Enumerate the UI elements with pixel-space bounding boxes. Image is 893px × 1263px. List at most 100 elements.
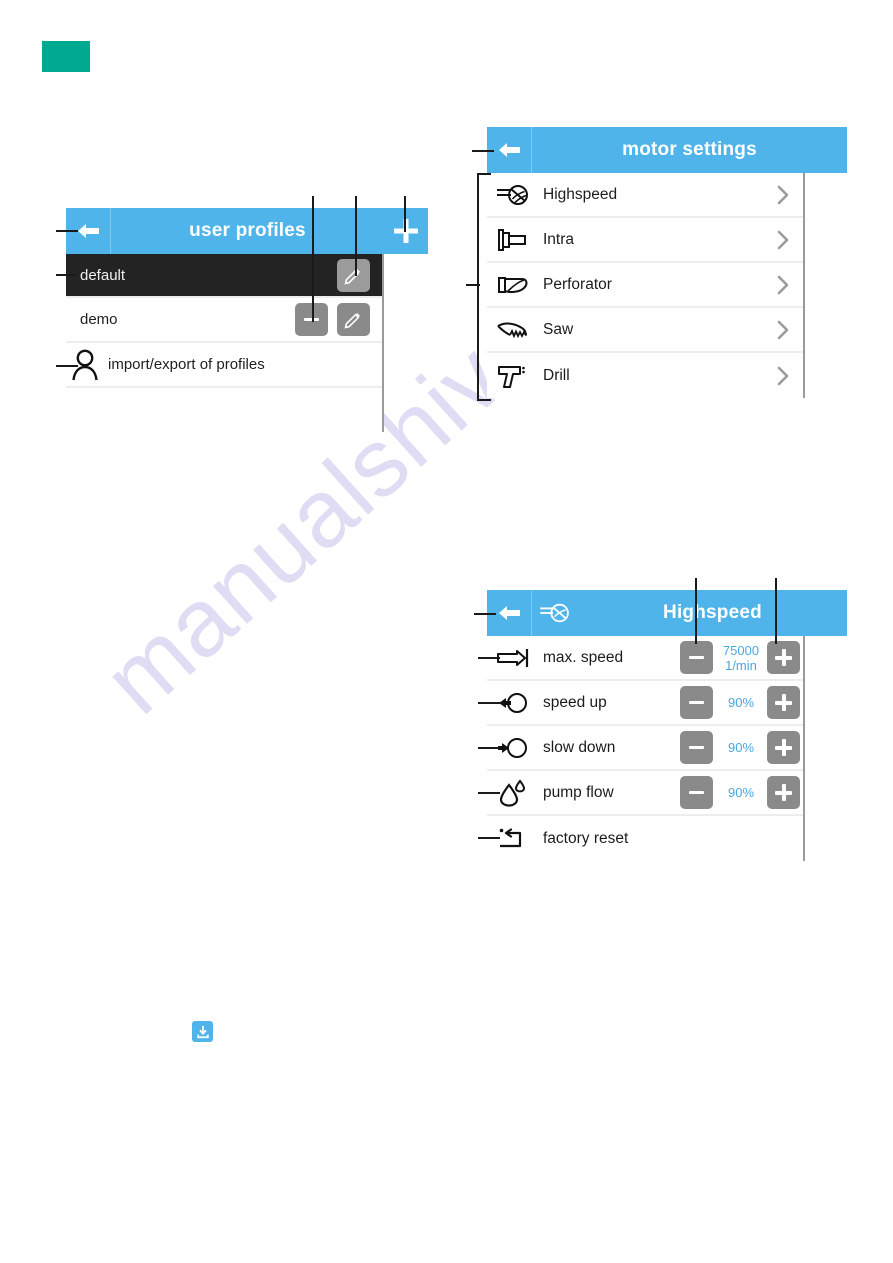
motor-row-perforator[interactable]: Perforator: [487, 263, 803, 308]
intra-handpiece-icon: [498, 228, 526, 251]
decrease-button[interactable]: [680, 641, 713, 674]
leader-line: [312, 196, 314, 322]
highspeed-bur-icon-wrap: [532, 590, 578, 636]
leader-line: [478, 747, 500, 749]
import-export-row[interactable]: import/export of profiles: [66, 343, 382, 388]
profile-actions: [337, 258, 382, 292]
download-icon: [196, 1025, 209, 1038]
edit-profile-button[interactable]: [337, 303, 370, 336]
intra-handpiece-icon-wrap: [487, 227, 539, 253]
saw-blade-icon: [497, 322, 527, 338]
setting-label: slow down: [543, 738, 616, 756]
leader-line: [404, 196, 406, 232]
leader-line: [478, 657, 500, 659]
chevron-wrap: [763, 366, 803, 386]
leader-line: [472, 150, 494, 152]
panel-title: user profiles: [189, 220, 306, 241]
back-arrow-icon: [77, 224, 99, 238]
stepper-speed-up: 90%: [680, 686, 803, 719]
motor-row-drill[interactable]: Drill: [487, 353, 803, 398]
back-arrow-icon: [498, 143, 520, 157]
back-arrow-icon: [498, 606, 520, 620]
download-button[interactable]: [192, 1021, 213, 1042]
perforator-icon: [498, 276, 528, 293]
motor-label: Perforator: [543, 275, 612, 293]
user-profiles-panel: user profiles default demo import/export…: [66, 208, 428, 432]
plus-icon: [775, 694, 792, 711]
panel-title: motor settings: [622, 139, 757, 160]
setting-label: speed up: [543, 693, 607, 711]
leader-line: [474, 613, 496, 615]
stepper-slow-down: 90%: [680, 731, 803, 764]
factory-reset-icon: [499, 827, 522, 847]
highspeed-bur-icon: [540, 603, 569, 623]
slow-down-icon: [498, 737, 527, 758]
value-display: 90%: [715, 740, 767, 755]
motor-label: Highspeed: [543, 185, 618, 203]
edit-profile-button[interactable]: [337, 258, 370, 292]
chevron-right-icon: [777, 230, 789, 249]
setting-row-speed-up: speed up 90%: [487, 681, 803, 726]
decrease-button[interactable]: [680, 686, 713, 719]
leader-line: [355, 196, 357, 276]
chevron-right-icon: [777, 185, 789, 204]
setting-label: max. speed: [543, 648, 624, 666]
plus-icon: [394, 219, 418, 243]
add-profile-button[interactable]: [384, 208, 428, 254]
motor-label: Drill: [543, 366, 570, 384]
motor-row-saw[interactable]: Saw: [487, 308, 803, 353]
drill-icon-wrap: [487, 362, 539, 390]
value-number: 75000: [722, 642, 760, 658]
max-speed-icon: [497, 648, 529, 667]
leader-line: [695, 578, 697, 644]
chevron-right-icon: [777, 320, 789, 339]
profile-row-default[interactable]: default: [66, 254, 382, 298]
panel-title: Highspeed: [663, 602, 762, 623]
value-display: 75000 1/min: [715, 643, 767, 673]
leader-line: [478, 837, 500, 839]
empty-row: [66, 388, 382, 432]
brand-logo-chip: [42, 41, 90, 72]
increase-button[interactable]: [767, 641, 800, 674]
minus-icon: [689, 791, 704, 794]
user-profiles-body: default demo import/export of profiles: [66, 254, 384, 432]
chevron-right-icon: [777, 275, 789, 294]
highspeed-body: max. speed 75000 1/min speed up 90% slow…: [487, 636, 805, 861]
increase-button[interactable]: [767, 686, 800, 719]
user-profiles-header: user profiles: [66, 208, 428, 254]
increase-button[interactable]: [767, 731, 800, 764]
profile-name: default: [80, 266, 126, 284]
increase-button[interactable]: [767, 776, 800, 809]
highspeed-panel: Highspeed max. speed 75000 1/min speed u…: [487, 590, 847, 861]
setting-label: factory reset: [543, 829, 629, 847]
highspeed-bur-icon-wrap: [487, 182, 539, 208]
motor-row-intra[interactable]: Intra: [487, 218, 803, 263]
saw-blade-icon-wrap: [487, 317, 539, 343]
value-display: 90%: [715, 785, 767, 800]
decrease-button[interactable]: [680, 731, 713, 764]
plus-icon: [775, 649, 792, 666]
leader-line: [56, 365, 78, 367]
decrease-button[interactable]: [680, 776, 713, 809]
drill-icon: [498, 365, 525, 388]
leader-bracket: [477, 173, 491, 401]
chevron-right-icon: [777, 366, 789, 385]
motor-row-highspeed[interactable]: Highspeed: [487, 173, 803, 218]
leader-line: [56, 274, 76, 276]
motor-label: Intra: [543, 230, 575, 248]
setting-label: pump flow: [543, 783, 614, 801]
motor-label: Saw: [543, 320, 574, 338]
motor-settings-body: Highspeed Intra Perforator Saw Drill: [487, 173, 805, 398]
minus-icon: [689, 746, 704, 749]
chevron-wrap: [763, 185, 803, 205]
setting-row-factory-reset[interactable]: factory reset: [487, 816, 803, 861]
highspeed-bur-icon: [497, 184, 528, 205]
chevron-wrap: [763, 275, 803, 295]
value-number: 90%: [727, 695, 755, 710]
profile-row-demo[interactable]: demo: [66, 298, 382, 343]
leader-line: [775, 578, 777, 644]
profile-name: demo: [80, 311, 118, 328]
value-unit: 1/min: [725, 657, 757, 673]
setting-row-slow-down: slow down 90%: [487, 726, 803, 771]
value-number: 90%: [727, 785, 755, 800]
